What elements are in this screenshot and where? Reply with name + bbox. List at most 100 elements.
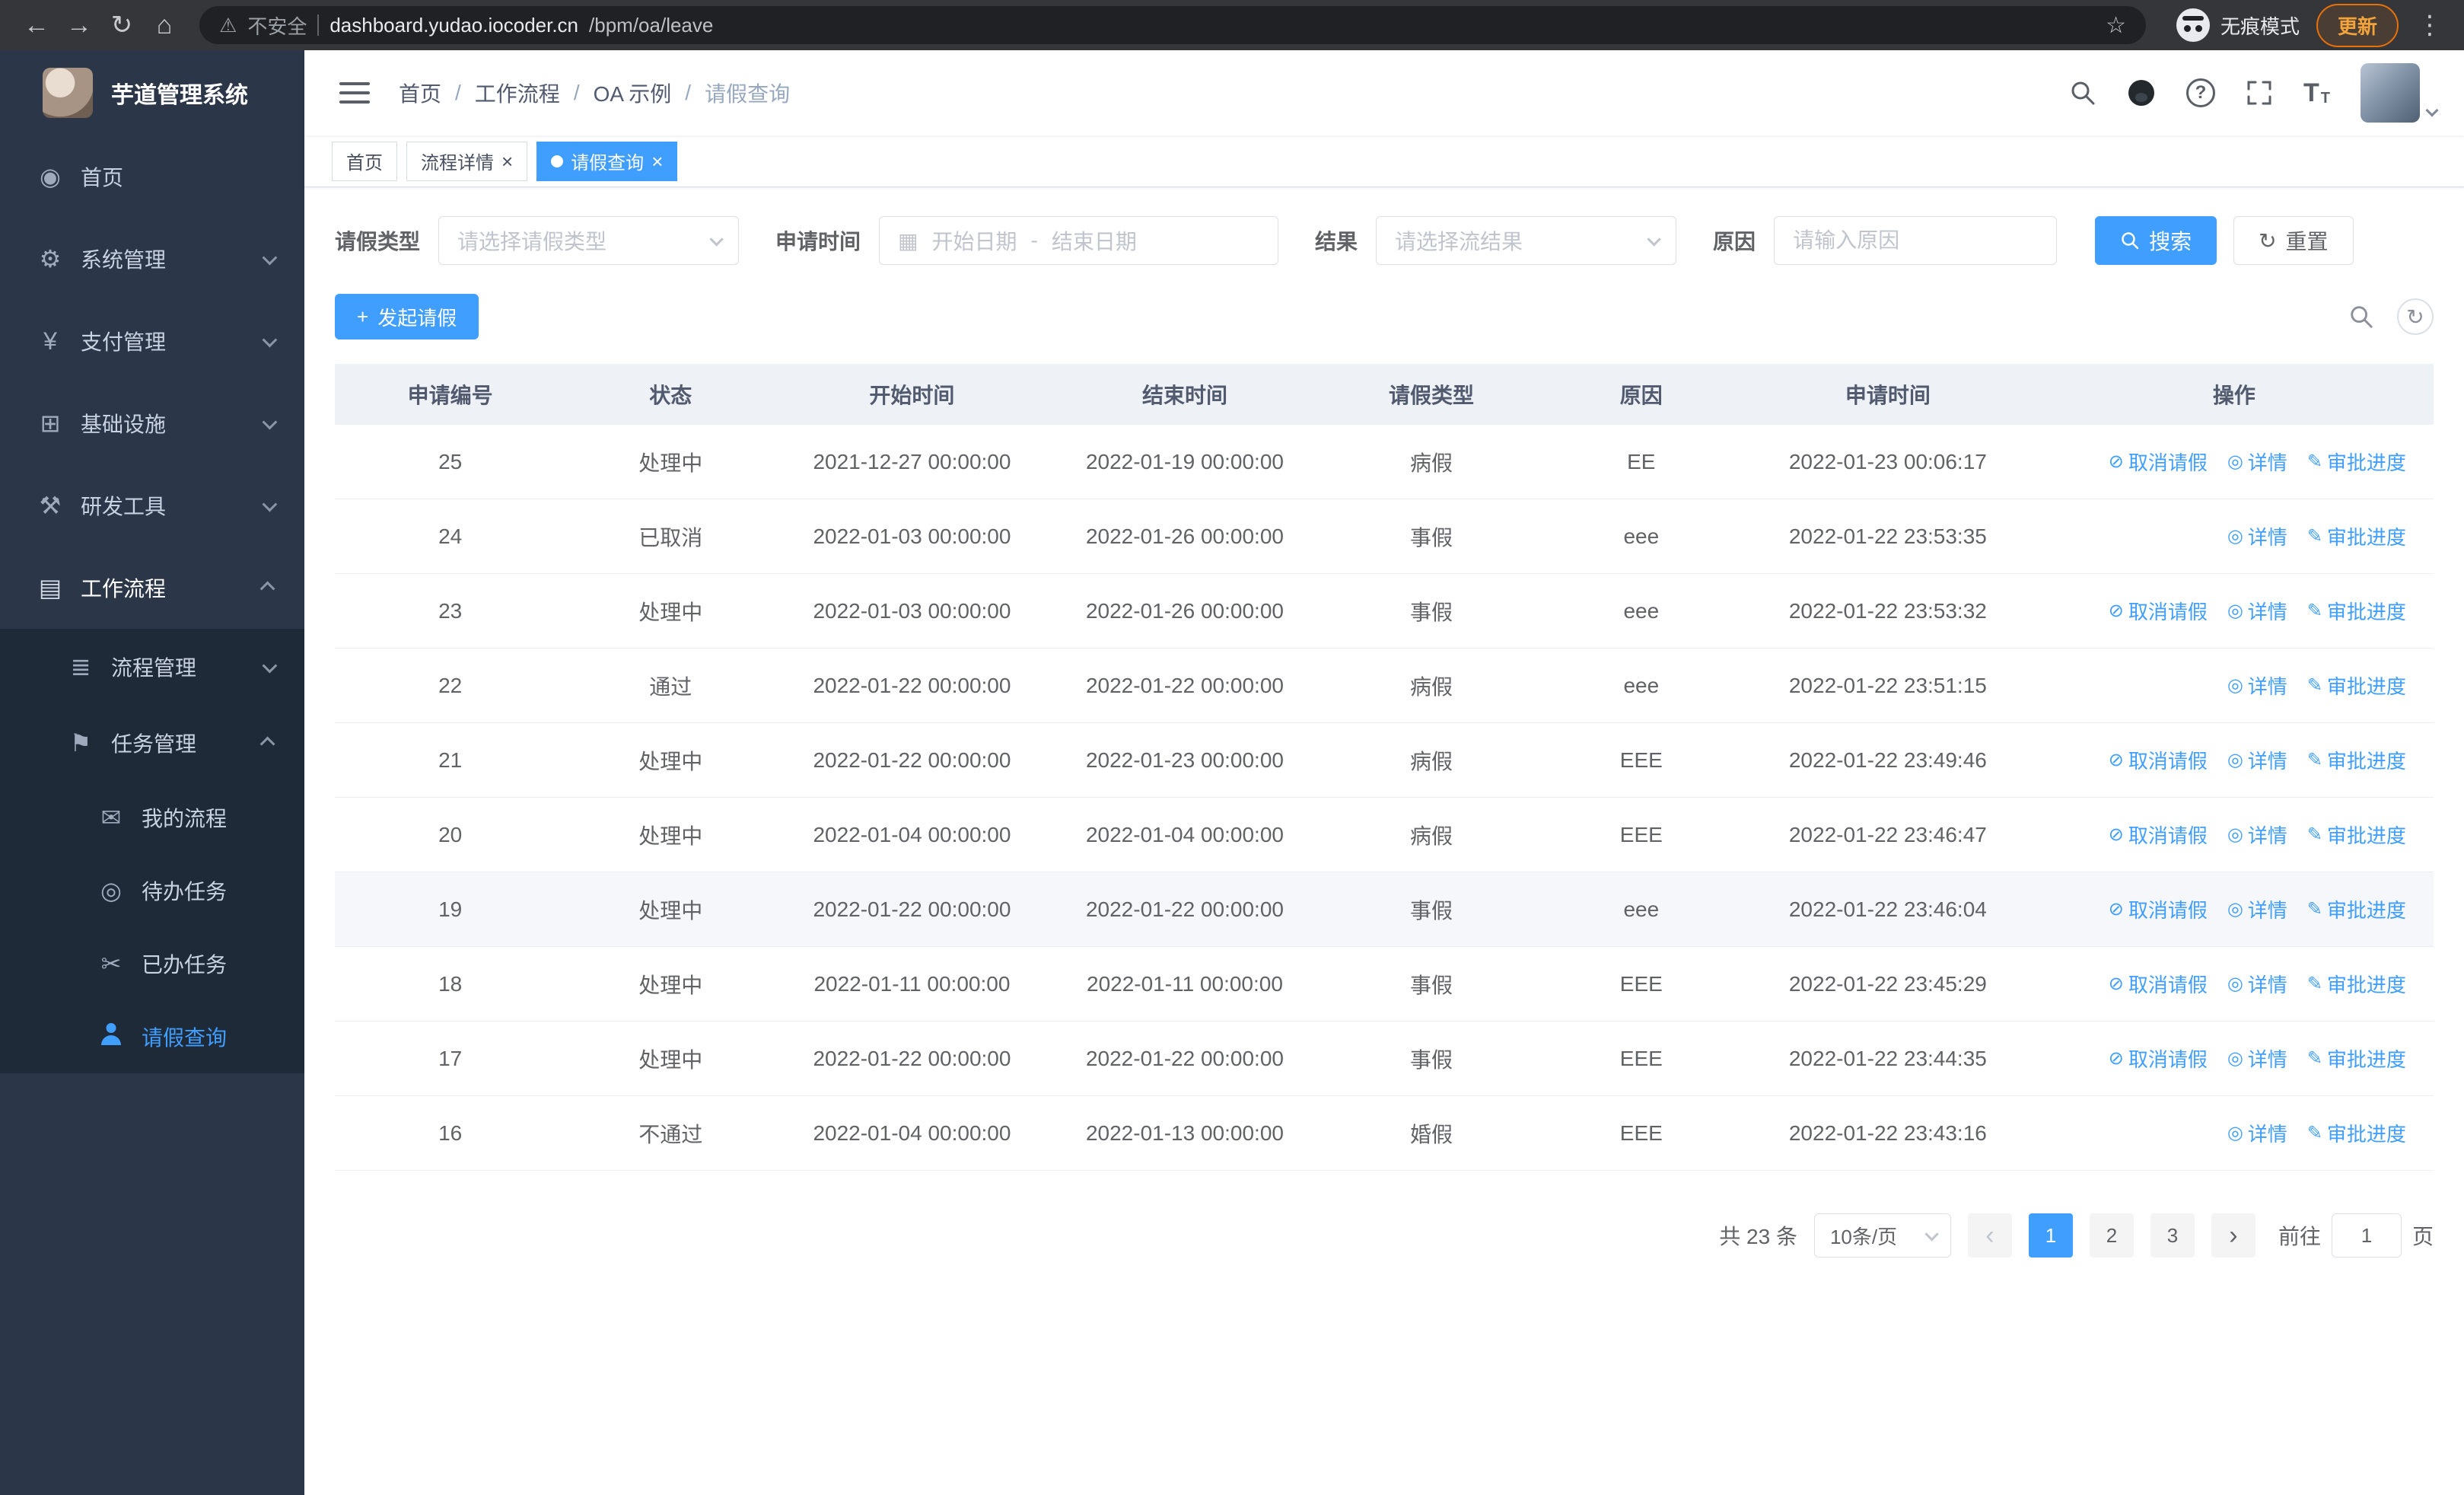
sidebar-item-home[interactable]: ◉ 首页	[0, 135, 304, 218]
leave-type-select[interactable]: 请选择请假类型	[438, 216, 740, 265]
filter-buttons: 搜索 ↻ 重置	[2095, 216, 2354, 265]
view-link[interactable]: ◎ 详情	[2227, 1044, 2287, 1073]
table-row[interactable]: 25 处理中 2021-12-27 00:00:00 2022-01-19 00:00…	[335, 425, 2434, 499]
app-logo-area[interactable]: 芋道管理系统	[0, 50, 304, 135]
view-link[interactable]: ◎ 详情	[2227, 671, 2287, 700]
update-button[interactable]: 更新	[2316, 3, 2399, 47]
goto-page-input[interactable]	[2331, 1213, 2402, 1258]
sidebar-item-done-task[interactable]: ✂ 已办任务	[0, 927, 304, 1000]
sidebar-item-todo-task[interactable]: ◎ 待办任务	[0, 854, 304, 927]
page-button-2[interactable]: 2	[2089, 1213, 2134, 1258]
sidebar-item-my-process[interactable]: ✉ 我的流程	[0, 781, 304, 854]
result-select[interactable]: 请选择流结果	[1376, 216, 1677, 265]
apply-time-range-picker[interactable]: ▦ 开始日期 - 结束日期	[879, 216, 1279, 265]
progress-icon: ✎	[2306, 601, 2322, 621]
progress-link[interactable]: ✎ 审批进度	[2307, 970, 2406, 998]
prev-page-button[interactable]: ‹	[1967, 1213, 2012, 1258]
cancel-link[interactable]: ⊘ 取消请假	[2109, 1044, 2208, 1073]
progress-link[interactable]: ✎ 审批进度	[2307, 448, 2406, 476]
chevron-down-icon	[262, 496, 278, 512]
sidebar-item-process-mgmt[interactable]: ≣ 流程管理	[0, 629, 304, 705]
cancel-link[interactable]: ⊘ 取消请假	[2109, 746, 2208, 774]
progress-link[interactable]: ✎ 审批进度	[2307, 1044, 2406, 1073]
bookmark-icon[interactable]: ☆	[2106, 12, 2126, 39]
cancel-link[interactable]: ⊘ 取消请假	[2109, 448, 2208, 476]
table-row[interactable]: 22 通过 2022-01-22 00:00:00 2022-01-22 00:00:…	[335, 649, 2434, 723]
view-icon: ◎	[2227, 899, 2243, 920]
cancel-link[interactable]: ⊘ 取消请假	[2109, 821, 2208, 849]
process-icon: ≣	[70, 653, 91, 681]
view-link[interactable]: ◎ 详情	[2227, 821, 2287, 849]
forward-icon[interactable]: →	[58, 4, 100, 46]
table-row[interactable]: 23 处理中 2022-01-03 00:00:00 2022-01-26 00:00…	[335, 574, 2434, 649]
home-nav-icon[interactable]: ⌂	[143, 4, 186, 46]
page-button-1[interactable]: 1	[2028, 1213, 2073, 1258]
search-button[interactable]: 搜索	[2095, 216, 2217, 265]
cell-reason: EE	[1627, 449, 1656, 473]
table-row[interactable]: 18 处理中 2022-01-11 00:00:00 2022-01-11 00:00…	[335, 947, 2434, 1022]
view-link[interactable]: ◎ 详情	[2227, 970, 2287, 998]
sidebar-item-infra[interactable]: ⊞ 基础设施	[0, 382, 304, 464]
reset-button[interactable]: ↻ 重置	[2233, 216, 2354, 265]
search-icon[interactable]	[2069, 79, 2096, 107]
view-link[interactable]: ◎ 详情	[2227, 448, 2287, 476]
tab-home[interactable]: 首页	[332, 141, 397, 181]
sidebar-item-leave-query[interactable]: 请假查询	[0, 1000, 304, 1073]
refresh-table-icon[interactable]: ↻	[2397, 298, 2434, 335]
url-host[interactable]: dashboard.yudao.iocoder.cn	[329, 14, 578, 37]
sidebar-item-workflow[interactable]: ▤ 工作流程	[0, 547, 304, 629]
font-size-icon[interactable]: TT	[2303, 80, 2330, 106]
github-icon[interactable]	[2127, 78, 2156, 107]
toggle-search-icon[interactable]	[2348, 304, 2374, 330]
view-link[interactable]: ◎ 详情	[2227, 522, 2287, 550]
sidebar-item-payment[interactable]: ¥ 支付管理	[0, 300, 304, 382]
app-frame: 芋道管理系统 ◉ 首页 ⚙ 系统管理 ¥ 支付管理 ⊞ 基础设施 ⚒ 研发工具 ▤ 工作流程 ≣ 流程管理…	[0, 50, 2464, 1495]
url-path[interactable]: /bpm/oa/leave	[589, 14, 713, 37]
reason-input[interactable]	[1774, 216, 2058, 265]
tab-process-detail[interactable]: 流程详情 ×	[406, 141, 528, 181]
help-icon[interactable]: ?	[2186, 78, 2215, 107]
view-link[interactable]: ◎ 详情	[2227, 746, 2287, 774]
progress-link[interactable]: ✎ 审批进度	[2307, 671, 2406, 700]
table-row[interactable]: 20 处理中 2022-01-04 00:00:00 2022-01-04 00:00…	[335, 798, 2434, 872]
create-leave-button[interactable]: + 发起请假	[335, 294, 479, 339]
progress-link[interactable]: ✎ 审批进度	[2307, 1119, 2406, 1147]
reload-icon[interactable]: ↻	[100, 4, 143, 46]
user-menu[interactable]	[2361, 63, 2439, 123]
page-button-3[interactable]: 3	[2150, 1213, 2195, 1258]
sidebar-item-task-mgmt[interactable]: ⚑ 任务管理	[0, 705, 304, 781]
hamburger-icon[interactable]	[332, 75, 377, 111]
close-icon[interactable]: ×	[501, 151, 513, 171]
cancel-link[interactable]: ⊘ 取消请假	[2109, 895, 2208, 923]
sidebar-item-devtools[interactable]: ⚒ 研发工具	[0, 464, 304, 547]
tab-leave-query[interactable]: 请假查询 ×	[536, 141, 678, 181]
table-row[interactable]: 19 处理中 2022-01-22 00:00:00 2022-01-22 00:00…	[335, 872, 2434, 947]
browser-menu-icon[interactable]: ⋮	[2411, 10, 2449, 40]
next-page-button[interactable]: ›	[2211, 1213, 2255, 1258]
breadcrumb-item[interactable]: OA 示例	[594, 78, 672, 108]
progress-link[interactable]: ✎ 审批进度	[2307, 597, 2406, 625]
view-link[interactable]: ◎ 详情	[2227, 1119, 2287, 1147]
avatar[interactable]	[2361, 63, 2420, 123]
back-icon[interactable]: ←	[15, 4, 58, 46]
close-icon[interactable]: ×	[651, 151, 663, 171]
sidebar-item-system[interactable]: ⚙ 系统管理	[0, 218, 304, 300]
progress-link[interactable]: ✎ 审批进度	[2307, 522, 2406, 550]
page-size-select[interactable]: 10条/页	[1813, 1213, 1951, 1258]
security-label[interactable]: 不安全	[247, 11, 307, 40]
progress-link[interactable]: ✎ 审批进度	[2307, 746, 2406, 774]
table-row[interactable]: 21 处理中 2022-01-22 00:00:00 2022-01-23 00:00…	[335, 723, 2434, 798]
cancel-link[interactable]: ⊘ 取消请假	[2109, 597, 2208, 625]
table-row[interactable]: 16 不通过 2022-01-04 00:00:00 2022-01-13 00:00…	[335, 1096, 2434, 1171]
view-link[interactable]: ◎ 详情	[2227, 895, 2287, 923]
view-link[interactable]: ◎ 详情	[2227, 597, 2287, 625]
fullscreen-icon[interactable]	[2246, 79, 2273, 107]
progress-link[interactable]: ✎ 审批进度	[2307, 895, 2406, 923]
url-bar[interactable]: ⚠ 不安全 dashboard.yudao.iocoder.cn /bpm/oa…	[199, 6, 2146, 44]
breadcrumb-item[interactable]: 首页	[399, 78, 441, 108]
breadcrumb-item[interactable]: 工作流程	[475, 78, 560, 108]
table-row[interactable]: 17 处理中 2022-01-22 00:00:00 2022-01-22 00:00…	[335, 1022, 2434, 1096]
table-row[interactable]: 24 已取消 2022-01-03 00:00:00 2022-01-26 00:00…	[335, 499, 2434, 574]
progress-link[interactable]: ✎ 审批进度	[2307, 821, 2406, 849]
cancel-link[interactable]: ⊘ 取消请假	[2109, 970, 2208, 998]
